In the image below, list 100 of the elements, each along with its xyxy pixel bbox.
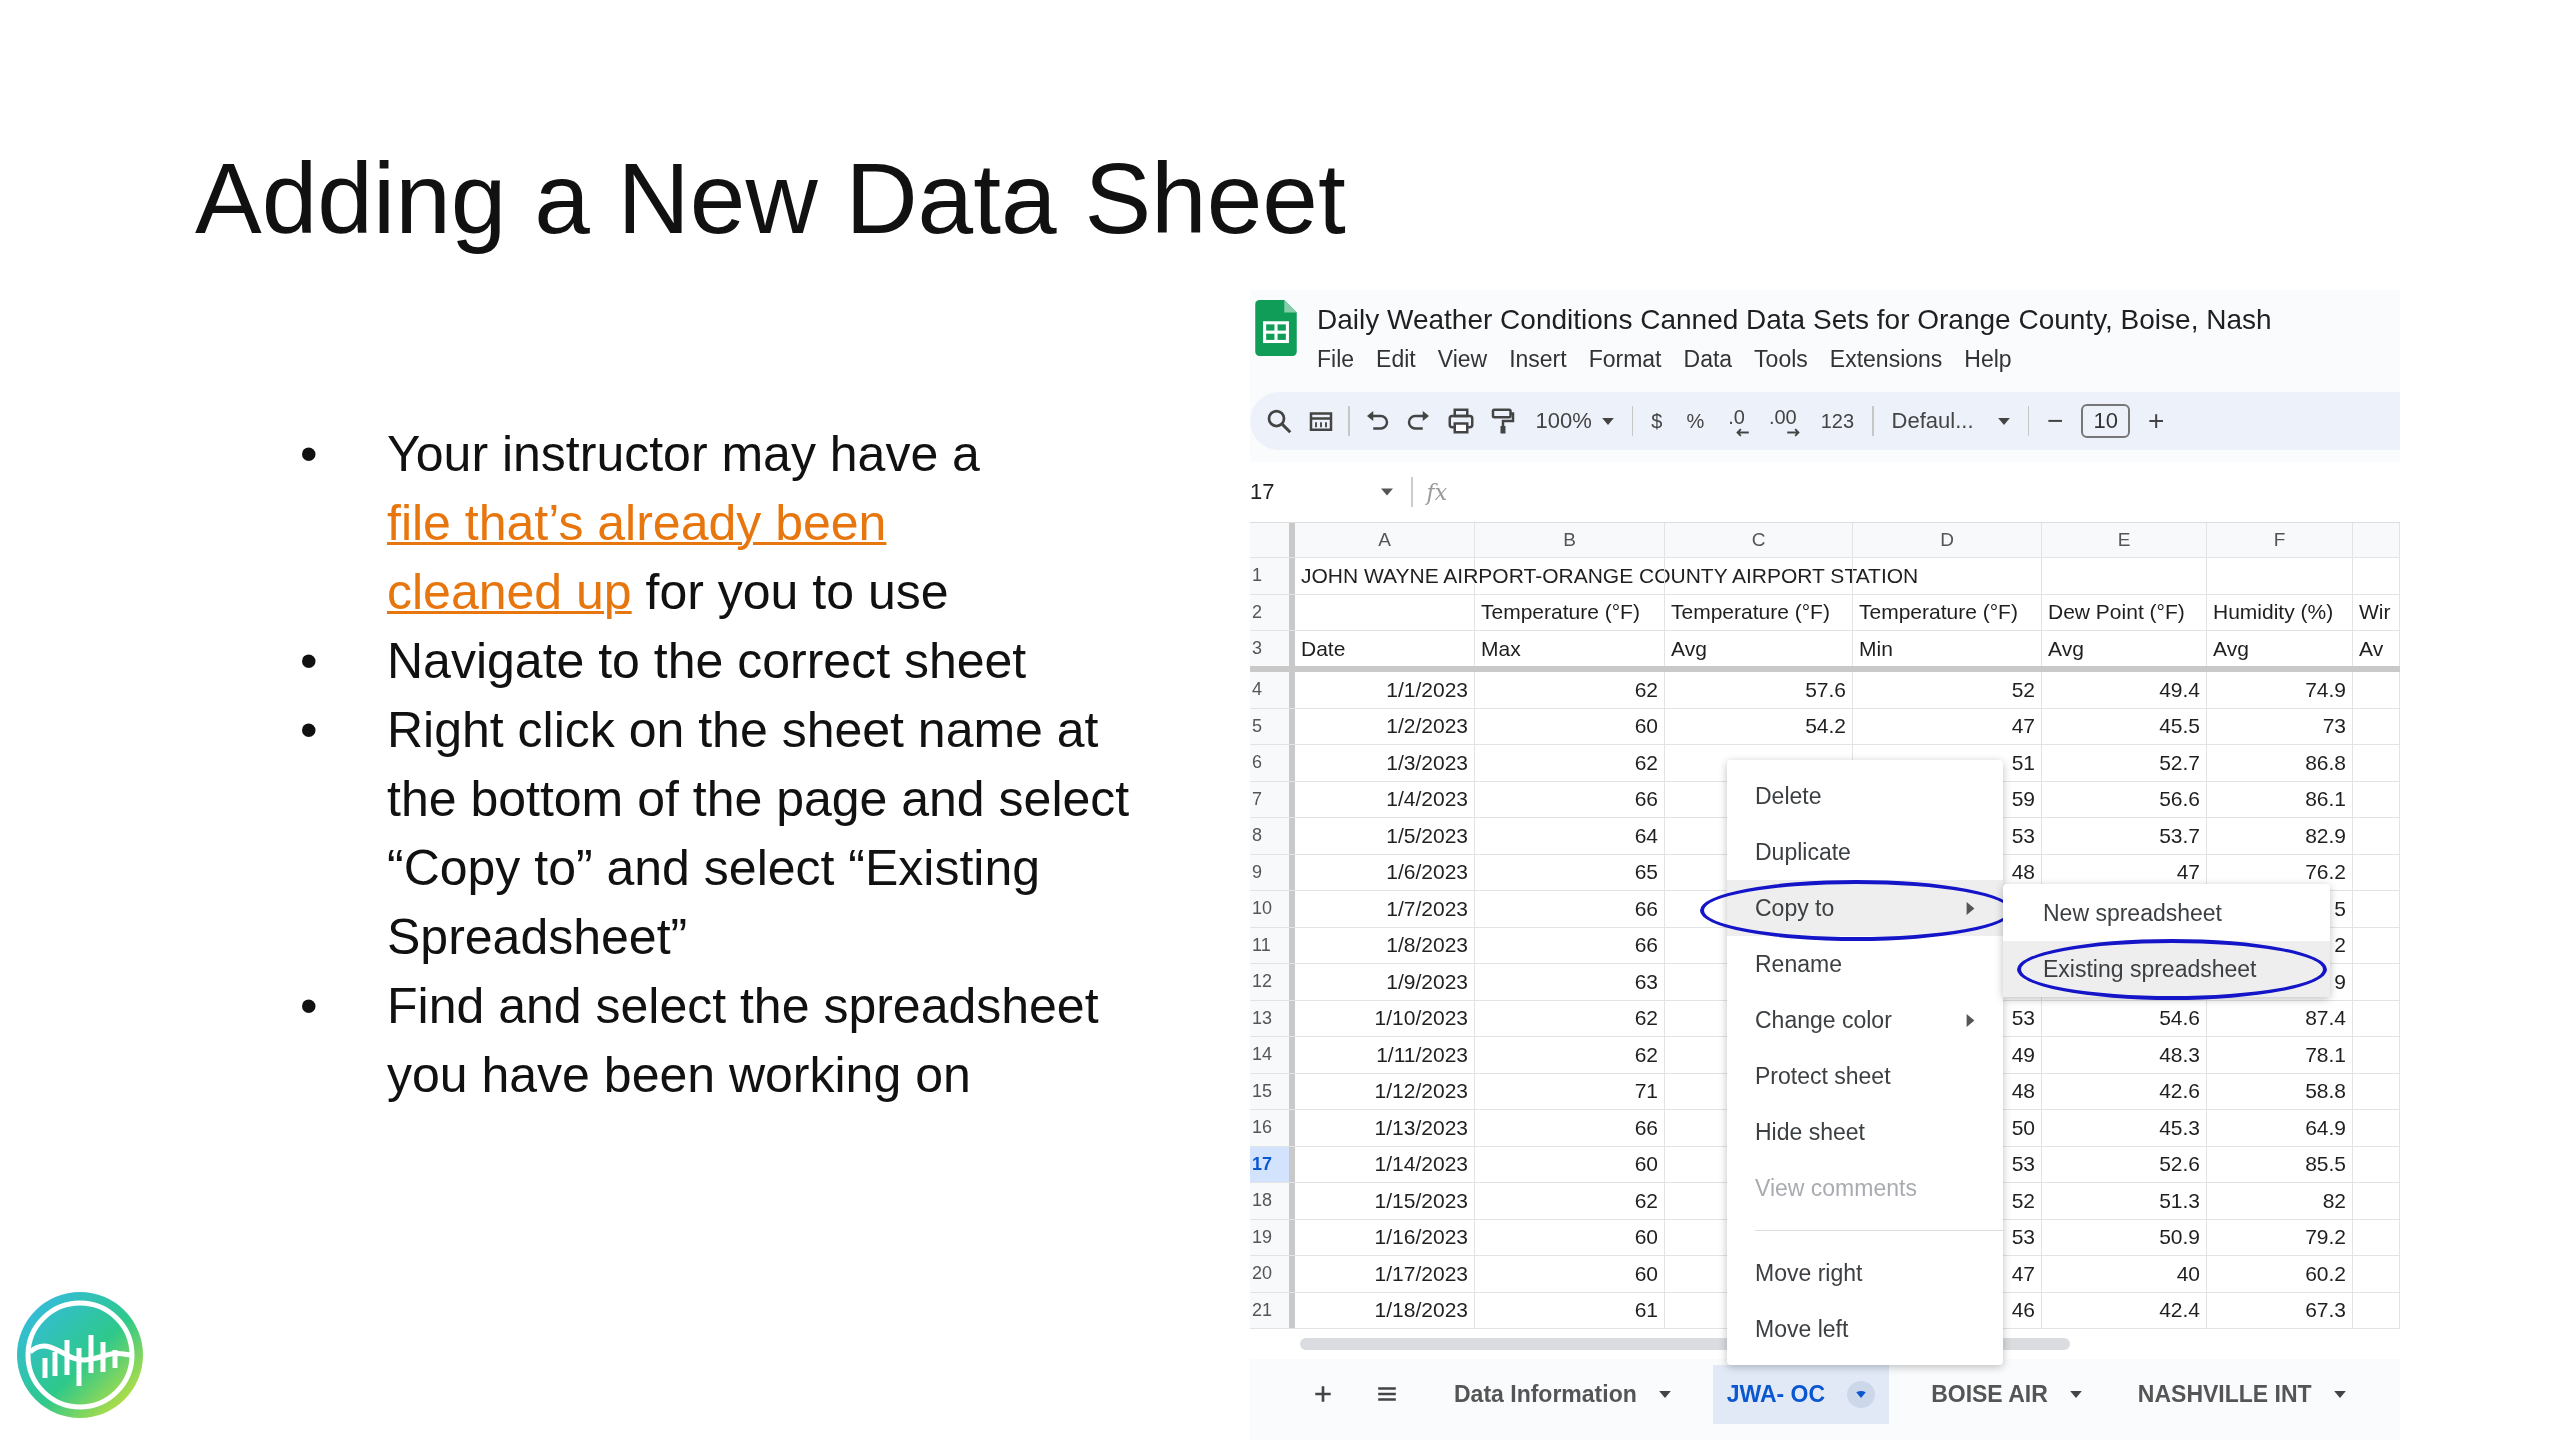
decrease-size-button[interactable]: − [2041,405,2070,437]
menu-item[interactable]: Edit [1376,346,1416,373]
table-cell: 51.3 [2159,1188,2200,1213]
sheet-tab[interactable]: JWA- OC [1712,1364,1890,1424]
row-header[interactable]: 6 [1250,745,1295,781]
decrease-decimal-button[interactable]: .0 [1722,405,1751,437]
table-cell: 53.7 [2159,823,2200,848]
menu-item[interactable]: Rename [1727,936,2003,992]
sheets-icon [1255,300,1297,356]
column-header[interactable]: A [1295,523,1475,557]
menu-item[interactable]: Change color [1727,992,2003,1048]
table-cell: 62 [1634,750,1658,775]
row-header[interactable]: 5 [1250,708,1295,744]
menu-item[interactable]: Duplicate [1727,824,2003,880]
column-header[interactable]: F [2207,523,2353,557]
menu-item[interactable]: Extensions [1829,346,1943,373]
caret-icon [2069,1390,2082,1398]
table-cell: 49.4 [2159,677,2200,702]
menu-item[interactable]: Data [1683,346,1733,373]
zoom-dropdown[interactable]: 100% [1529,408,1620,434]
table-cell: 74.9 [2305,677,2346,702]
table-cell: 47 [2011,1261,2035,1286]
submenu-arrow-icon [1966,1013,1975,1027]
row-header[interactable]: 3 [1250,631,1295,666]
row-header[interactable]: 20 [1250,1256,1295,1292]
sheet-tab[interactable]: Data Information [1440,1364,1685,1424]
row-header[interactable]: 11 [1250,927,1295,963]
column-header[interactable]: C [1665,523,1853,557]
increase-decimal-button[interactable]: .00 [1762,405,1803,437]
number-format-button[interactable]: 123 [1814,409,1861,433]
row-header[interactable]: 1 [1250,558,1295,594]
menu-item[interactable]: View [1437,346,1488,373]
table-cell: 57.6 [1805,677,1846,702]
table-cell: 5 [2334,896,2346,921]
menu-item[interactable]: Delete [1727,768,2003,824]
row-header[interactable]: 2 [1250,594,1295,630]
bullet-text: Your instructor may have a file that’s already been cleaned up for you to use [387,425,981,622]
table-cell: 52.7 [2159,750,2200,775]
table-cell: Dew Point (°F) [2048,600,2185,625]
font-size-field[interactable]: 10 [2081,404,2130,438]
print-icon[interactable] [1445,406,1476,436]
table-cell: Temperature (°F) [1671,600,1830,625]
percent-button[interactable]: % [1680,409,1711,433]
formula-label: fx [1426,479,1448,505]
table-cell: JOHN WAYNE AIRPORT-ORANGE COUNTY AIRPORT STATION [1301,563,1919,588]
row-header[interactable]: 17 [1250,1146,1295,1182]
menu-item[interactable]: Existing spreadsheet [2003,941,2330,997]
table-cell: 1/9/2023 [1386,969,1468,994]
column-header[interactable]: B [1475,523,1665,557]
menu-item[interactable]: New spreadsheet [2003,885,2330,941]
row-header[interactable]: 15 [1250,1073,1295,1109]
table-cell: 60.2 [2305,1261,2346,1286]
menu-item[interactable]: File [1317,346,1355,373]
font-dropdown[interactable]: Defaul... [1885,408,2016,434]
table-cell: Max [1481,636,1521,661]
row-header[interactable]: 4 [1250,672,1295,708]
table-cell: 76.2 [2305,860,2346,885]
table-cell: 1/2/2023 [1386,714,1468,739]
menu-item[interactable]: Tools [1754,346,1808,373]
table-cell: Temperature (°F) [1481,600,1640,625]
column-header[interactable]: D [1853,523,2042,557]
row-header[interactable]: 7 [1250,781,1295,817]
row-header[interactable]: 14 [1250,1037,1295,1073]
menu-item[interactable]: Move left [1727,1301,2003,1357]
row-header[interactable]: 12 [1250,964,1295,1000]
sheet-tab[interactable]: NASHVILLE INT [2123,1364,2360,1424]
sheet-tab[interactable]: BOISE AIR [1917,1364,2096,1424]
table-cell: 9 [2334,969,2346,994]
menu-item[interactable]: Insert [1509,346,1567,373]
currency-button[interactable]: $ [1645,409,1669,433]
name-box[interactable]: 17 [1250,479,1381,505]
add-sheet-icon[interactable] [1312,1383,1334,1405]
row-header[interactable]: 10 [1250,891,1295,927]
caret-icon [1997,417,2010,425]
table-cell: 45.5 [2159,714,2200,739]
row-header[interactable]: 8 [1250,818,1295,854]
row-header[interactable]: 9 [1250,854,1295,890]
table-cell: 63 [1634,969,1658,994]
menu-item[interactable]: Help [1964,346,2012,373]
table-cell: 1/11/2023 [1376,1042,1468,1067]
row-header[interactable]: 19 [1250,1219,1295,1255]
row-header[interactable]: 18 [1250,1183,1295,1219]
table-cell: Humidity (%) [2213,600,2334,625]
menu-item[interactable]: Hide sheet [1727,1104,2003,1160]
table-cell: 82.9 [2305,823,2346,848]
row-header[interactable]: 21 [1250,1292,1295,1328]
column-header[interactable]: E [2042,523,2207,557]
table-cell: 86.8 [2305,750,2346,775]
table-cell: 48 [2011,860,2035,885]
menu-item[interactable]: Protect sheet [1727,1048,2003,1104]
menu-item[interactable]: Format [1588,346,1662,373]
increase-size-button[interactable]: + [2141,405,2171,437]
menu-item[interactable]: Move right [1727,1245,2003,1301]
table-cell: 73 [2322,714,2346,739]
menu-item[interactable]: Copy to [1727,880,2003,936]
table-cell: 1/13/2023 [1374,1115,1468,1140]
table-cell: 62 [1634,677,1658,702]
caret-icon[interactable] [1381,488,1393,496]
row-header[interactable]: 16 [1250,1110,1295,1146]
row-header[interactable]: 13 [1250,1000,1295,1036]
